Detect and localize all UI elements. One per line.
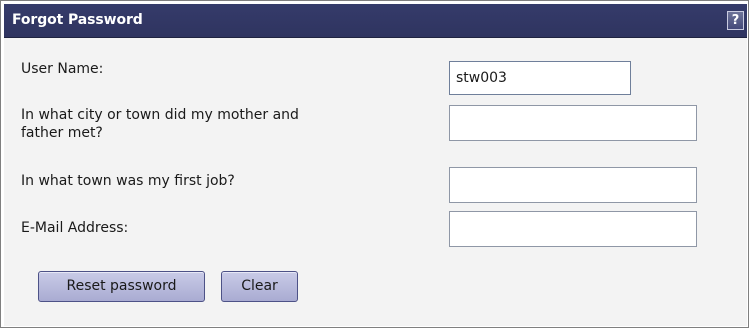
username-label: User Name: xyxy=(21,61,104,77)
forgot-password-form: User Name: In what city or town did my m… xyxy=(4,38,747,326)
email-label: E-Mail Address: xyxy=(21,220,129,236)
forgot-password-dialog: Forgot Password ? User Name: In what cit… xyxy=(0,0,749,328)
security-answer-1-input[interactable] xyxy=(449,105,697,141)
clear-button[interactable]: Clear xyxy=(221,271,298,302)
dialog-titlebar: Forgot Password ? xyxy=(4,4,747,38)
security-question-1-label-line-1: In what city or town did my mother and xyxy=(21,107,299,123)
security-question-2-label: In what town was my first job? xyxy=(21,173,235,189)
help-icon[interactable]: ? xyxy=(727,11,744,30)
reset-password-button[interactable]: Reset password xyxy=(38,271,205,302)
dialog-title: Forgot Password xyxy=(12,12,143,28)
username-input[interactable] xyxy=(449,61,631,95)
security-question-1-label-line-2: father met? xyxy=(21,125,103,141)
email-input[interactable] xyxy=(449,211,697,247)
security-answer-2-input[interactable] xyxy=(449,167,697,203)
